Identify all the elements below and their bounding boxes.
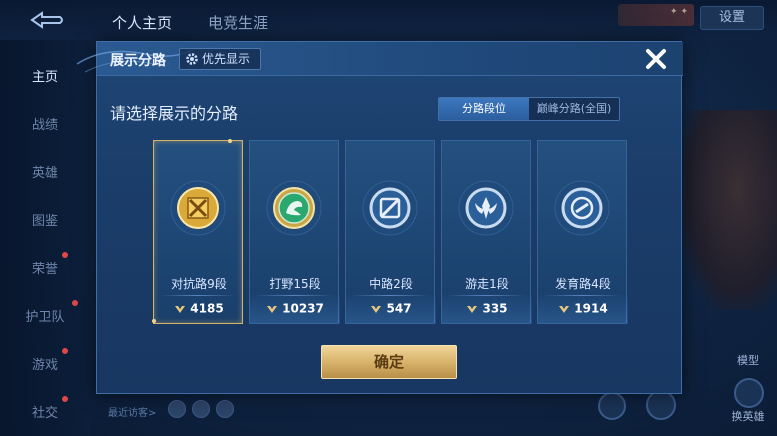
lane-score-value: 335 [482,301,508,316]
lane-name: 中路2段 [369,277,413,291]
lane-score-value: 4185 [190,301,224,316]
dialog-title: 展示分路 [110,53,166,69]
lane-score: 1914 [538,301,628,319]
lane-score: 547 [346,301,436,319]
gear-icon [186,53,198,65]
lane-card-list: 对抗路9段 4185 打野15段 10237 中路2段 547 游走1段 335… [152,139,628,324]
lane-score-value: 547 [386,301,412,316]
side-nav: 主页 战绩 英雄 图鉴 荣誉 护卫队 游戏 社交 [0,40,90,436]
lane-name: 游走1段 [465,277,509,291]
lane-card-farm[interactable]: 发育路4段 1914 [537,140,628,324]
back-arrow-icon[interactable] [26,10,66,30]
divider [352,295,428,296]
priority-display-button[interactable]: 优先显示 [179,48,261,70]
lane-score: 4185 [154,301,244,319]
tab-esports-career[interactable]: 电竞生涯 [208,12,268,33]
settings-button[interactable]: 设置 [700,6,764,30]
rank-chevron-icon [371,305,382,313]
crossed-swords-badge-icon [170,180,226,236]
play-icon[interactable] [646,390,676,420]
swap-hero-icon[interactable] [734,378,764,408]
nav-item-social[interactable]: 社交 [0,402,90,421]
nav-item-honor[interactable]: 荣誉 [0,258,90,277]
display-lane-dialog: 展示分路 优先显示 请选择展示的分路 分路段位 巅峰分路(全国) 对抗路9段 4… [76,41,683,394]
rank-chevron-icon [467,305,478,313]
nav-item-guard-team[interactable]: 护卫队 [0,306,90,325]
mid-lane-badge-icon [362,180,418,236]
swap-hero-label[interactable]: 换英雄 [718,408,777,424]
rank-chevron-icon [559,305,570,313]
dialog-header: 展示分路 优先显示 [76,42,683,76]
lane-name: 对抗路9段 [171,277,227,291]
dialog-subtitle: 请选择展示的分路 [110,104,239,123]
lane-score-value: 10237 [282,301,324,316]
visitor-avatar[interactable] [192,400,210,418]
visitor-avatar[interactable] [168,400,186,418]
top-bar: 个人主页 电竞生涯 ✦ ✦ 设置 [0,0,777,40]
lane-name: 打野15段 [269,277,321,291]
roam-wings-badge-icon [458,180,514,236]
priority-display-label: 优先显示 [202,52,251,66]
nav-item-record[interactable]: 战绩 [0,114,90,133]
lane-card-mid[interactable]: 中路2段 547 [345,140,436,324]
visitor-avatar[interactable] [216,400,234,418]
notification-dot [62,396,68,402]
lane-score-value: 1914 [574,301,608,316]
lane-score: 10237 [250,301,340,319]
dragon-badge-icon [266,180,322,236]
lane-card-roam[interactable]: 游走1段 335 [441,140,532,324]
tab-peak-lane-national[interactable]: 巅峰分路(全国) [529,98,619,120]
lane-score: 335 [442,301,532,319]
farm-lane-badge-icon [554,180,610,236]
divider [256,295,332,296]
nav-item-codex[interactable]: 图鉴 [0,210,90,229]
model-label[interactable]: 模型 [718,352,777,368]
nav-item-heroes[interactable]: 英雄 [0,162,90,181]
divider [448,295,524,296]
event-banner[interactable]: ✦ ✦ [618,4,694,26]
divider [544,295,620,296]
notification-dot [62,348,68,354]
rank-type-toggle: 分路段位 巅峰分路(全国) [438,97,620,121]
lane-card-jungle[interactable]: 打野15段 10237 [249,140,340,324]
notification-dot [62,252,68,258]
tab-personal-home[interactable]: 个人主页 [112,12,172,33]
notification-dot [72,300,78,306]
selection-corner [152,319,156,323]
close-icon[interactable] [643,46,669,72]
rank-chevron-icon [267,305,278,313]
tab-lane-rank[interactable]: 分路段位 [439,98,529,120]
recent-visitors-link[interactable]: 最近访客> [108,404,156,419]
divider [160,295,236,296]
confirm-button[interactable]: 确定 [321,345,457,379]
play-voice-icon[interactable] [598,392,626,420]
lane-name: 发育路4段 [555,277,611,291]
hero-model [680,110,777,310]
lane-card-top[interactable]: 对抗路9段 4185 [152,139,244,324]
selection-corner [228,139,232,143]
rank-chevron-icon [175,305,186,313]
nav-item-games[interactable]: 游戏 [0,354,90,373]
